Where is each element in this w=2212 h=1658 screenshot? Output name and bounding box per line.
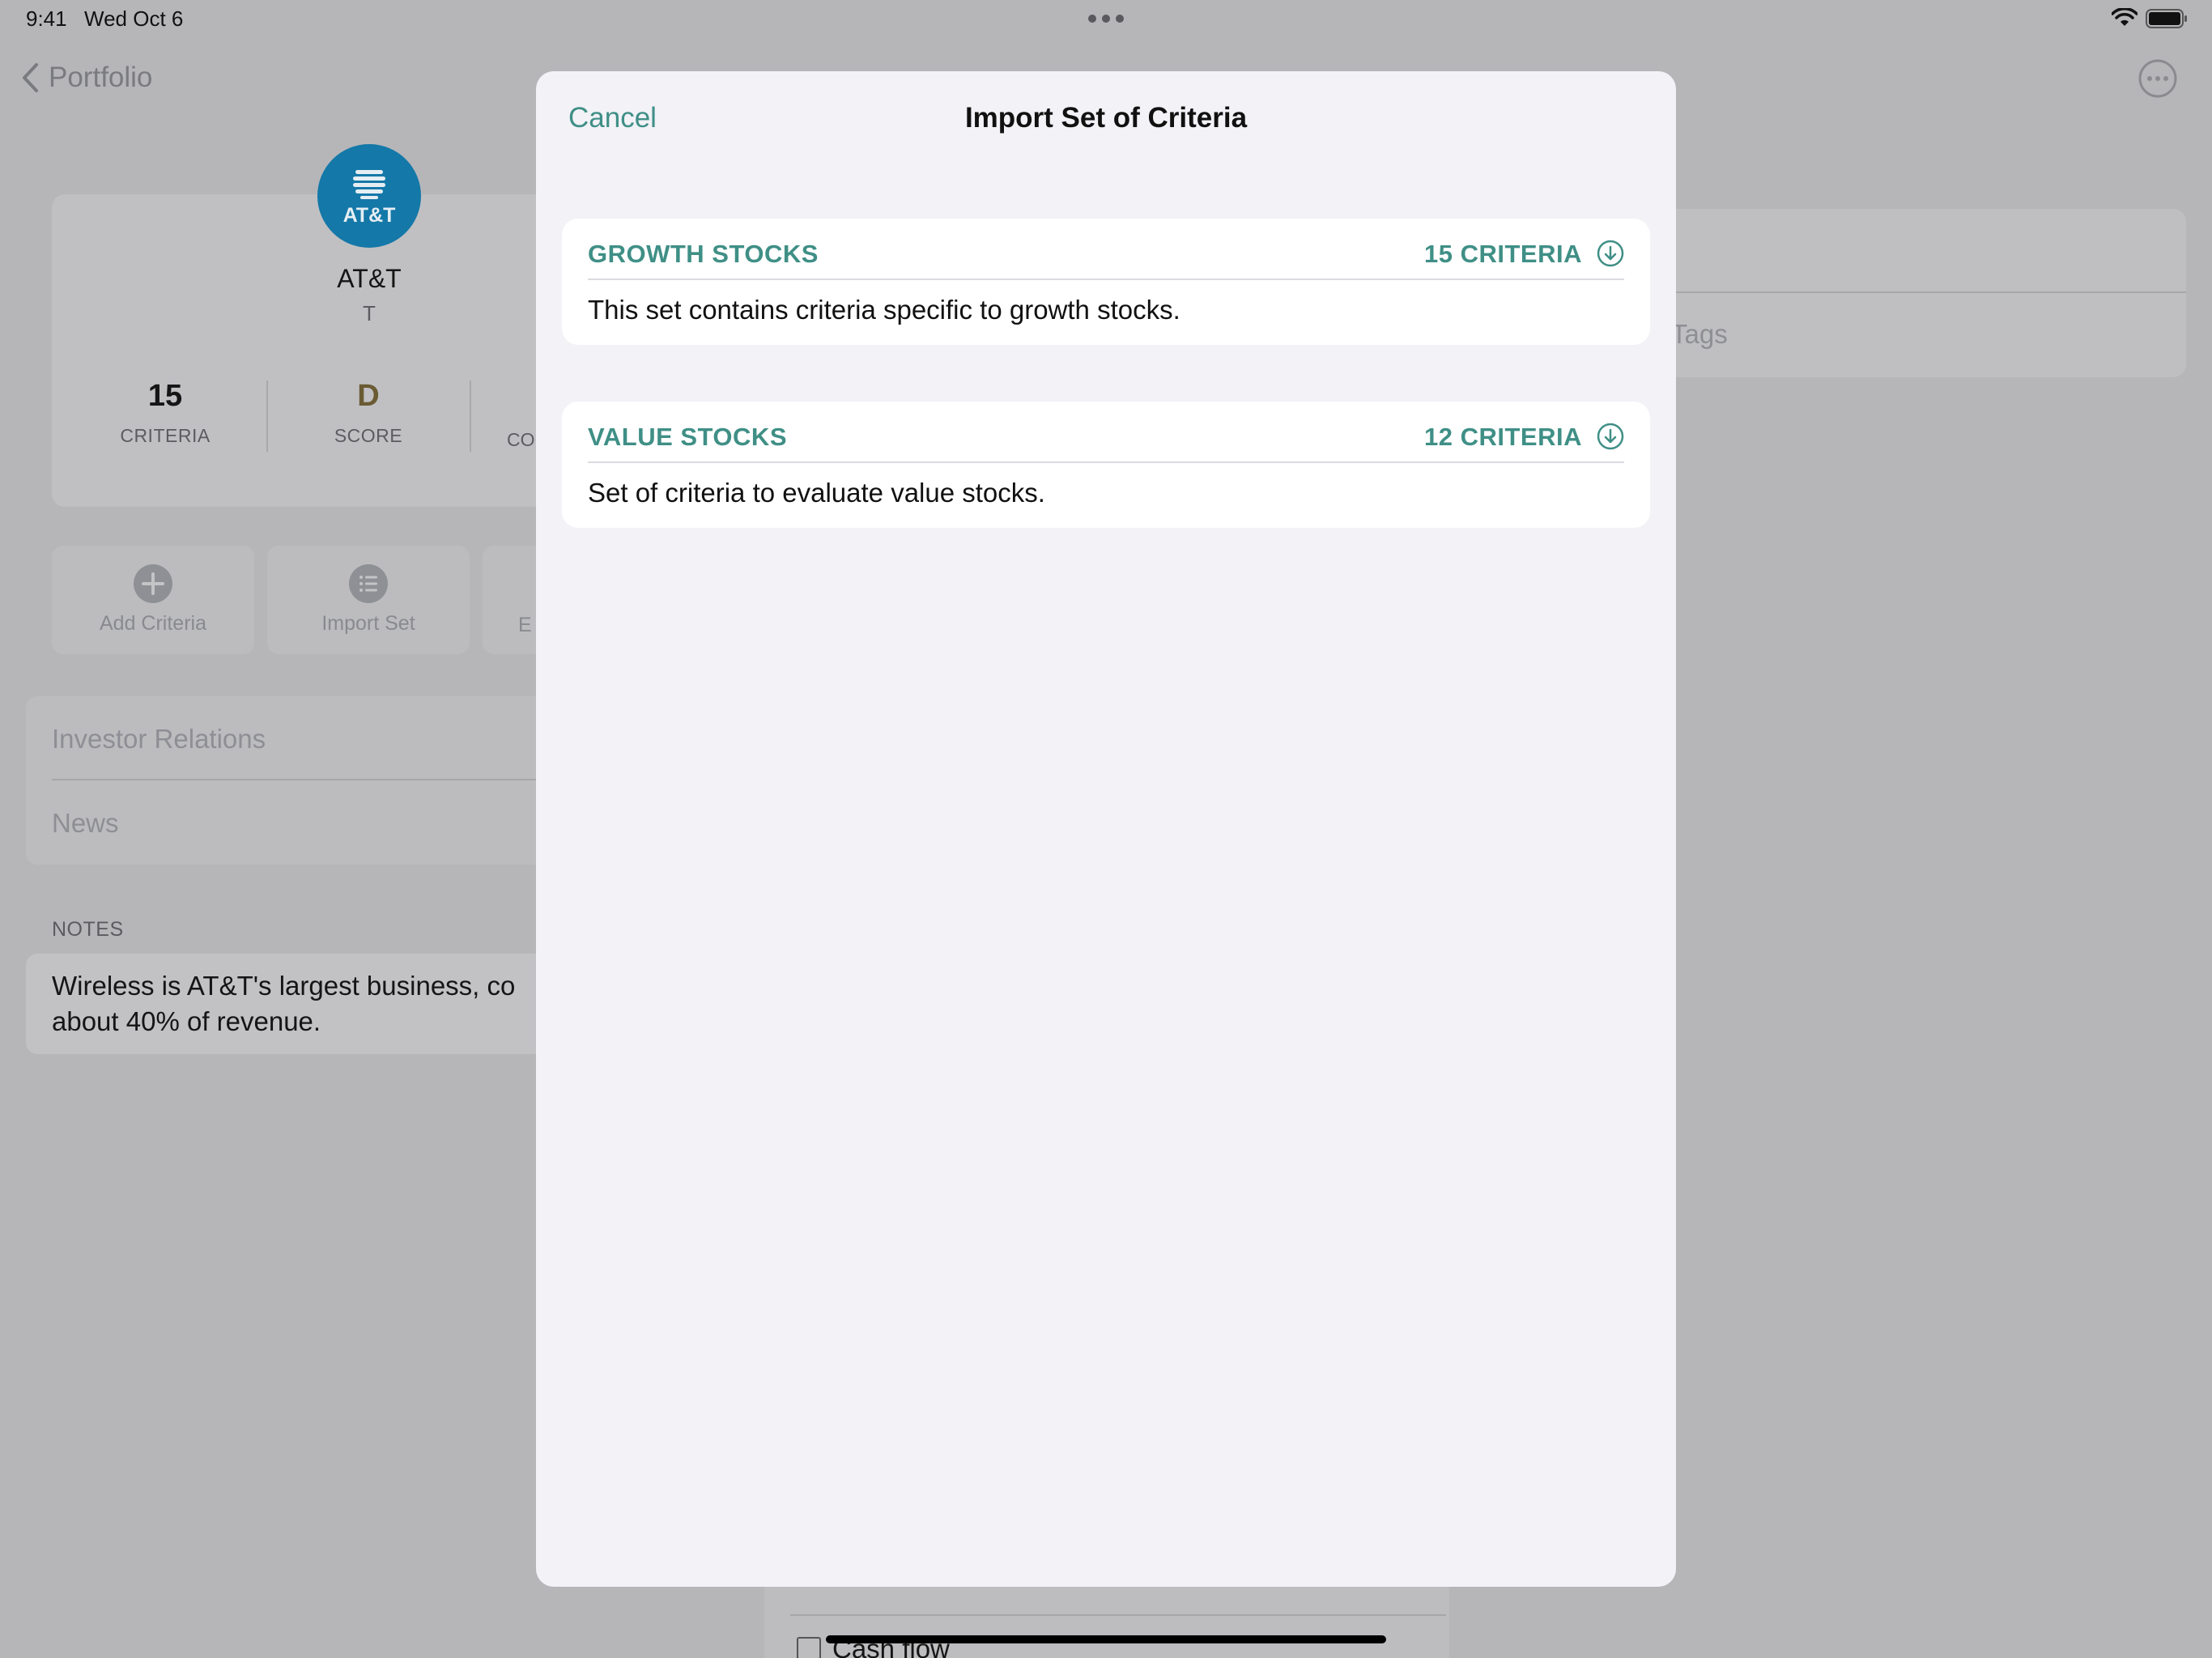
document-icon (797, 1637, 821, 1658)
set-name: GROWTH STOCKS (588, 240, 819, 268)
news-link[interactable]: News (52, 808, 119, 839)
details-divider (1652, 291, 2186, 293)
more-options-icon[interactable] (2138, 58, 2178, 99)
notes-card[interactable]: Wireless is AT&T's largest business, co … (26, 954, 576, 1054)
cancel-button[interactable]: Cancel (568, 102, 657, 134)
company-ticker: T (363, 301, 376, 325)
set-divider (588, 461, 1624, 463)
set-description: Set of criteria to evaluate value stocks… (588, 478, 1045, 508)
investor-relations-link[interactable]: Investor Relations (52, 724, 266, 755)
set-count: 12 CRITERIA (1424, 423, 1582, 451)
status-date: Wed Oct 6 (84, 6, 184, 31)
import-set-modal: Import Set of Criteria Cancel GROWTH STO… (536, 71, 1676, 1587)
globe-icon (353, 169, 385, 199)
notes-label: NOTES (52, 918, 124, 941)
link-divider (52, 779, 576, 780)
stat-divider (266, 380, 268, 452)
company-name: AT&T (337, 264, 402, 293)
logo-text: AT&T (342, 203, 396, 227)
company-logo: AT&T (317, 144, 421, 248)
download-icon[interactable] (1597, 240, 1624, 267)
plus-circle-icon (134, 564, 172, 603)
stat-label: CRITERIA (120, 425, 211, 446)
details-card: Tags (1652, 209, 2186, 377)
home-indicator[interactable] (826, 1635, 1386, 1643)
tile-label-partial: E (518, 614, 532, 636)
tags-row[interactable]: Tags (1671, 319, 1728, 350)
tile-label: Add Criteria (100, 612, 206, 635)
stat-value: 15 (147, 379, 183, 413)
stat-value: D (357, 379, 380, 413)
links-card: Investor Relations News (26, 696, 576, 865)
status-time: 9:41 (26, 6, 67, 31)
stat-score: D SCORE (275, 379, 462, 447)
import-set-button[interactable]: Import Set (267, 546, 470, 654)
list-circle-icon (349, 564, 388, 603)
multitasking-dots[interactable] (1088, 15, 1124, 23)
stat-label: SCORE (334, 425, 403, 446)
wifi-icon (2112, 8, 2138, 26)
stat-label-partial: CO (507, 429, 535, 450)
add-criteria-button[interactable]: Add Criteria (52, 546, 254, 654)
criteria-set-growth-stocks[interactable]: GROWTH STOCKS 15 CRITERIA This set conta… (562, 219, 1650, 345)
back-button-label: Portfolio (49, 62, 153, 93)
modal-title: Import Set of Criteria (964, 102, 1248, 134)
set-name: VALUE STOCKS (588, 423, 787, 451)
screen: 9:41 Wed Oct 6 Portfolio AT&T AT&T T 15 (0, 0, 2212, 1658)
set-divider (588, 278, 1624, 280)
set-description: This set contains criteria specific to g… (588, 295, 1180, 325)
company-summary-card (52, 194, 554, 507)
battery-icon (2146, 9, 2187, 28)
download-icon[interactable] (1597, 423, 1624, 450)
stat-divider (470, 380, 471, 452)
tile-label: Import Set (321, 612, 415, 635)
chevron-left-icon (23, 63, 38, 92)
list-divider (790, 1614, 1446, 1616)
criteria-set-value-stocks[interactable]: VALUE STOCKS 12 CRITERIA Set of criteria… (562, 402, 1650, 528)
set-count: 15 CRITERIA (1424, 240, 1582, 268)
back-button[interactable]: Portfolio (21, 62, 152, 94)
stat-criteria: 15 CRITERIA (72, 379, 258, 447)
